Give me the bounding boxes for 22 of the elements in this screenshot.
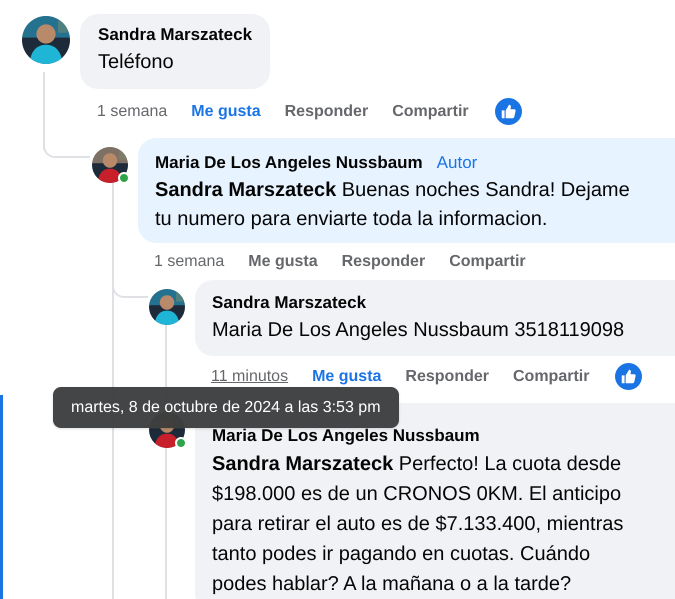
author-name[interactable]: Sandra Marszateck bbox=[212, 292, 366, 314]
like-link[interactable]: Me gusta bbox=[248, 250, 318, 274]
share-link[interactable]: Compartir bbox=[513, 364, 590, 388]
share-link[interactable]: Compartir bbox=[449, 250, 526, 274]
comment-text: Teléfono bbox=[98, 50, 175, 75]
reply-link[interactable]: Responder bbox=[342, 250, 426, 274]
author-name[interactable]: Sandra Marszateck bbox=[98, 24, 252, 46]
like-link[interactable]: Me gusta bbox=[312, 364, 382, 388]
comment-text: Sandra Marszateck Buenas noches Sandra! Dejame tu numero para enviarte toda la informacion. bbox=[155, 178, 631, 232]
like-link[interactable]: Me gusta bbox=[191, 100, 261, 124]
author-name[interactable]: Maria De Los Angeles Nussbaum bbox=[155, 152, 423, 174]
author-name[interactable]: Maria De Los Angeles Nussbaum bbox=[212, 425, 480, 447]
share-link[interactable]: Compartir bbox=[392, 100, 469, 124]
timestamp-link[interactable]: 11 minutos bbox=[211, 364, 288, 388]
reply-link[interactable]: Responder bbox=[284, 100, 368, 124]
reply-link[interactable]: Responder bbox=[405, 364, 489, 388]
comment-text: Maria De Los Angeles Nussbaum 3518119098 bbox=[212, 318, 626, 343]
timestamp-link[interactable]: 1 semana bbox=[97, 100, 168, 124]
tooltip: martes, 8 de octubre de 2024 a las 3:53 pm bbox=[53, 387, 399, 428]
comment-text: Sandra Marszateck Perfecto! La cuota desde $198.000 es de un CRONOS 0KM. El anticipo para retirar el auto es de $7.133.400, mientras tanto podes ir pagando en cuotas. Cuándo podes hablar? A la mañana o a la tarde? bbox=[212, 452, 624, 597]
timestamp-link[interactable]: 1 semana bbox=[154, 250, 224, 274]
author-label: Autor bbox=[436, 152, 478, 174]
